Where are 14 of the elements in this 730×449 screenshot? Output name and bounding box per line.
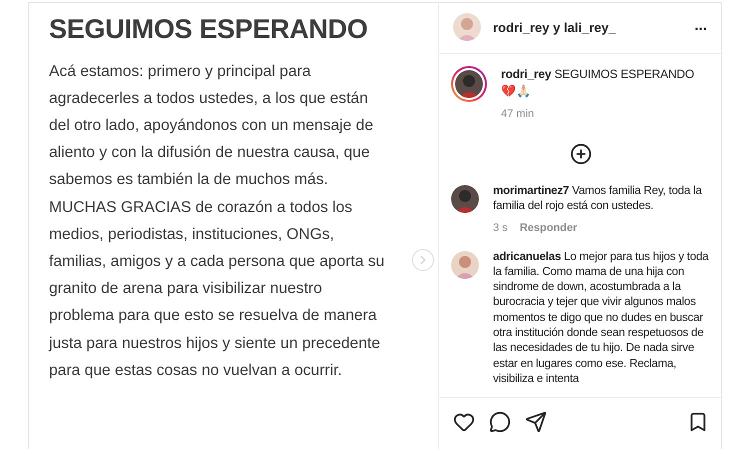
- like-icon[interactable]: [453, 411, 475, 433]
- post-title: SEGUIMOS ESPERANDO: [49, 13, 369, 46]
- caption-text: rodri_rey SEGUIMOS ESPERANDO 💔🙏🏻: [501, 66, 694, 100]
- comment-text: adricanuelas Lo mejor para tus hijos y toda la familia. Como mama de una hija con sindrome de down, acostumbrada a la burocracia y tejer que vivir algunos malos momentos te digo que no dudes en buscar otra institución donde sean respetuosos de las necesidades de tu hijo. De nada sirve estar en lugares como ese. Reclama, visibiliza e intenta: [493, 248, 710, 386]
- comment-time: 3 s: [493, 221, 508, 236]
- caption-time: 47 min: [501, 107, 536, 122]
- share-icon[interactable]: [525, 411, 547, 433]
- more-button[interactable]: ...: [694, 18, 707, 38]
- post-text: Acá estamos: primero y principal para agradecerles a todos ustedes, a los que están del otro lado, apoyándonos con un mensaje de aliento y con la difusión de nuestra causa, que sabemos es también la de muchos más. MUCHAS GRACIAS de corazón a todos los medios, periodistas, instituciones, ONGs, familias, amigos y a cada persona que aporta su granito de arena para visibilizar nuestro problema para que esto se resuelva de manera justa para nuestros hijos y siente un precedente para que estas cosas no vuelvan a ocurrir.: [49, 62, 384, 381]
- comment-icon[interactable]: [489, 411, 511, 433]
- story-ring[interactable]: [451, 66, 487, 102]
- authors-name[interactable]: rodri_rey y lali_rey_: [493, 18, 616, 38]
- comment-text: morimartinez7 Vamos familia Rey, toda la familia del rojo está con ustedes.: [493, 182, 703, 214]
- load-more-icon[interactable]: [570, 142, 592, 164]
